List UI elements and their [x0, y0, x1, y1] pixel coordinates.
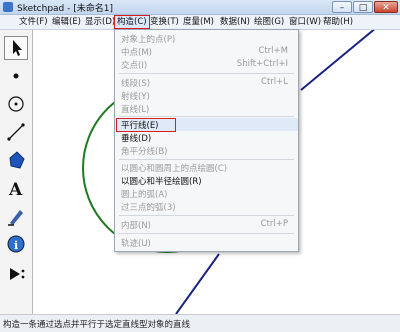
- text-a-icon: A: [8, 180, 23, 200]
- menu-item-segment[interactable]: 线段(S) Ctrl+L: [115, 76, 298, 89]
- menu-display[interactable]: 显示(D): [83, 16, 117, 28]
- menu-construct[interactable]: 构造(C): [114, 15, 150, 29]
- menu-item-interior[interactable]: 内部(N) Ctrl+P: [115, 218, 298, 231]
- marker-pen-icon: [8, 210, 23, 226]
- straightedge-tool[interactable]: [4, 120, 28, 144]
- menu-graph[interactable]: 绘图(G): [252, 16, 286, 28]
- play-custom-icon: [10, 268, 25, 280]
- circle-icon: [8, 96, 24, 112]
- menu-separator: [119, 116, 294, 117]
- marker-tool[interactable]: [4, 204, 28, 228]
- menu-window[interactable]: 窗口(W): [287, 16, 323, 28]
- menu-edit[interactable]: 编辑(E): [50, 16, 83, 28]
- toolbox: A i: [0, 30, 33, 321]
- svg-text:A: A: [8, 180, 23, 200]
- compass-tool[interactable]: [4, 92, 28, 116]
- polygon-tool[interactable]: [4, 148, 28, 172]
- menu-item-perpendicular-line[interactable]: 垂线(D): [115, 131, 298, 144]
- blue-line-bottom: [175, 253, 220, 314]
- menu-measure[interactable]: 度量(M): [181, 16, 216, 28]
- menu-item-arc-three-points[interactable]: 过三点的弧(3): [115, 200, 298, 213]
- menu-item-ray[interactable]: 射线(Y): [115, 89, 298, 102]
- menu-item-circle-center-radius[interactable]: 以圆心和半径绘圆(R): [115, 174, 298, 187]
- blue-line-right: [300, 30, 376, 91]
- menu-file[interactable]: 文件(F): [17, 16, 50, 28]
- custom-tool[interactable]: [4, 262, 28, 286]
- window-title: Sketchpad - [未命名1]: [17, 4, 113, 14]
- information-tool[interactable]: i: [4, 232, 28, 256]
- menu-item-line[interactable]: 直线(L): [115, 102, 298, 115]
- close-button[interactable]: ✕: [374, 1, 398, 13]
- menu-bar: 文件(F) 编辑(E) 显示(D) 构造(C) 变换(T) 度量(M) 数据(N…: [0, 15, 400, 30]
- construct-menu-dropdown: 对象上的点(P) 中点(M) Ctrl+M 交点(I) Shift+Ctrl+I 线…: [114, 29, 299, 252]
- menu-separator: [119, 73, 294, 74]
- status-text: 构造一条通过选点并平行于选定直线型对象的直线: [3, 320, 191, 330]
- svg-text:i: i: [14, 239, 18, 252]
- menu-separator: [119, 215, 294, 216]
- status-bar: 构造一条通过选点并平行于选定直线型对象的直线: [0, 314, 400, 332]
- minimize-button[interactable]: –: [332, 1, 352, 13]
- menu-item-locus[interactable]: 轨迹(U): [115, 236, 298, 249]
- maximize-button[interactable]: □: [353, 1, 373, 13]
- menu-separator: [119, 159, 294, 160]
- menu-help[interactable]: 帮助(H): [321, 16, 355, 28]
- arrow-icon: [13, 40, 22, 56]
- menu-separator: [119, 233, 294, 234]
- text-tool[interactable]: A: [4, 176, 28, 200]
- menu-transform[interactable]: 变换(T): [148, 16, 181, 28]
- point-tool[interactable]: [4, 64, 28, 88]
- arrow-tool[interactable]: [4, 36, 28, 60]
- menu-item-midpoint[interactable]: 中点(M) Ctrl+M: [115, 45, 298, 58]
- menu-item-intersection[interactable]: 交点(I) Shift+Ctrl+I: [115, 58, 298, 71]
- polygon-icon: [9, 151, 25, 169]
- menu-item-parallel-line[interactable]: 平行线(E): [115, 118, 298, 132]
- info-icon: i: [7, 235, 25, 253]
- menu-data[interactable]: 数据(N): [218, 16, 252, 28]
- title-bar: Sketchpad - [未命名1] – □ ✕: [0, 0, 400, 15]
- menu-item-point-on-object[interactable]: 对象上的点(P): [115, 32, 298, 45]
- menu-item-circle-center-point[interactable]: 以圆心和圆周上的点绘圆(C): [115, 161, 298, 174]
- line-icon: [7, 123, 25, 141]
- menu-item-arc-on-circle[interactable]: 圆上的弧(A): [115, 187, 298, 200]
- point-icon: [13, 73, 19, 79]
- app-icon: [3, 2, 13, 12]
- menu-item-angle-bisector[interactable]: 角平分线(B): [115, 144, 298, 157]
